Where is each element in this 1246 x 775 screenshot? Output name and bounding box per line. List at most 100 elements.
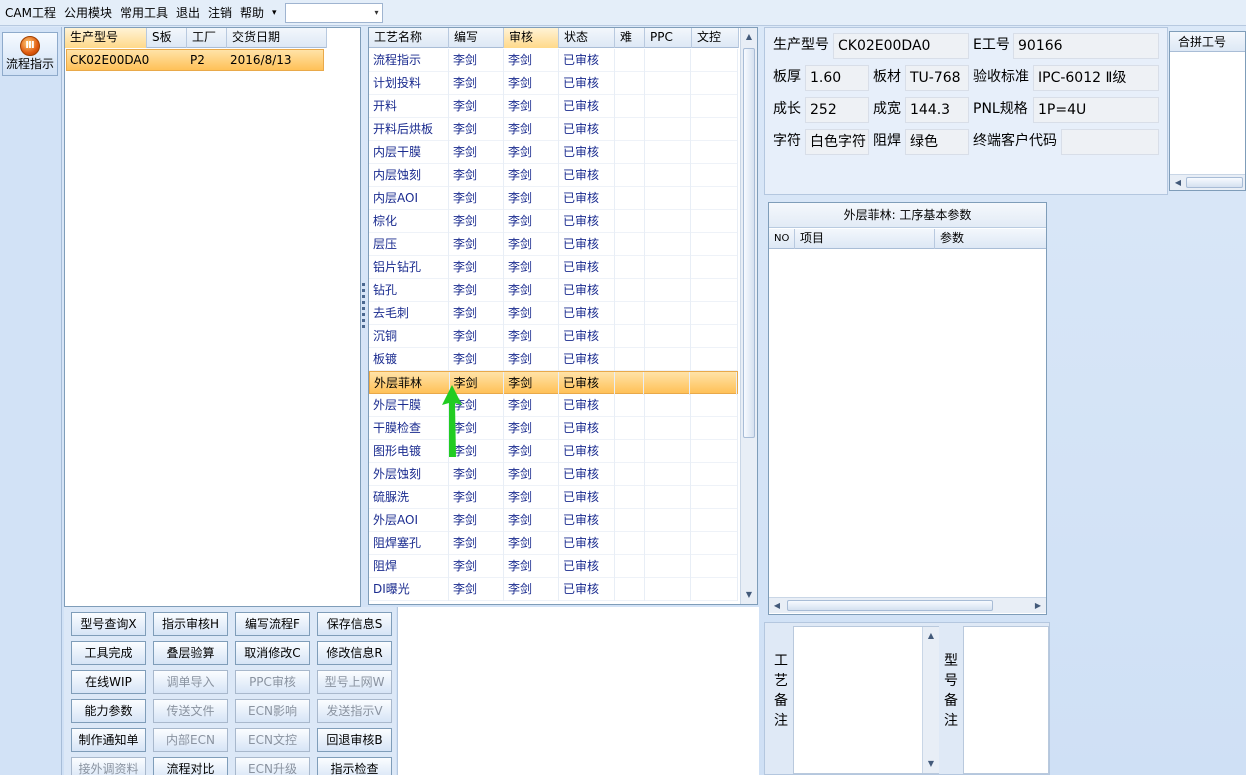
flow-compare-button[interactable]: 流程对比 xyxy=(153,757,228,775)
ppc-review-button[interactable]: PPC审核 xyxy=(235,670,310,694)
col-process-name[interactable]: 工艺名称 xyxy=(369,28,449,48)
table-row[interactable]: 去毛刺 李剑 李剑 已审核 xyxy=(369,302,738,325)
field-width[interactable]: 144.3 xyxy=(905,97,969,123)
edit-info-button[interactable]: 修改信息R xyxy=(317,641,392,665)
flow-indication-button[interactable]: Ⅲ 流程指示 xyxy=(2,32,58,76)
scroll-thumb[interactable] xyxy=(743,48,755,438)
internal-ecn-button[interactable]: 内部ECN xyxy=(153,728,228,752)
params-hscroll[interactable]: ◀ ▶ xyxy=(769,597,1046,613)
external-data-button[interactable]: 接外调资料 xyxy=(71,757,146,775)
field-solder-mask[interactable]: 绿色 xyxy=(905,129,969,155)
capability-params-button[interactable]: 能力参数 xyxy=(71,699,146,723)
scroll-down-icon[interactable]: ▼ xyxy=(742,588,756,602)
col-factory[interactable]: 工厂 xyxy=(187,28,227,48)
field-length[interactable]: 252 xyxy=(805,97,869,123)
model-remark-field[interactable] xyxy=(963,626,1049,774)
col-delivery-date[interactable]: 交货日期 xyxy=(227,28,327,48)
send-file-button[interactable]: 传送文件 xyxy=(153,699,228,723)
merge-hscroll[interactable]: ◀ xyxy=(1170,174,1245,190)
field-material[interactable]: TU-768 xyxy=(905,65,969,91)
model-online-button[interactable]: 型号上网W xyxy=(317,670,392,694)
splitter-handle[interactable] xyxy=(360,280,368,360)
stackup-check-button[interactable]: 叠层验算 xyxy=(153,641,228,665)
scroll-thumb[interactable] xyxy=(1186,177,1243,188)
chevron-down-icon[interactable]: ▾ xyxy=(375,8,379,17)
col-ppc[interactable]: PPC xyxy=(645,28,692,48)
col-difficulty[interactable]: 难 xyxy=(615,28,645,48)
send-instruction-button[interactable]: 发送指示V xyxy=(317,699,392,723)
col-reviewer[interactable]: 审核 xyxy=(504,28,559,48)
table-row[interactable]: 铝片钻孔 李剑 李剑 已审核 xyxy=(369,256,738,279)
toolbar-combo[interactable]: ▾ xyxy=(284,2,383,23)
table-row[interactable]: 内层蚀刻 李剑 李剑 已审核 xyxy=(369,164,738,187)
process-remark-field[interactable]: ▲ ▼ xyxy=(793,626,939,774)
table-row[interactable]: CK02E00DA0 P2 2016/8/13 xyxy=(66,49,324,71)
col-model[interactable]: 生产型号 xyxy=(65,28,147,48)
ecn-doc-control-button[interactable]: ECN文控 xyxy=(235,728,310,752)
col-s-board[interactable]: S板 xyxy=(147,28,187,48)
table-row[interactable]: 图形电镀 李剑 李剑 已审核 xyxy=(369,440,738,463)
remark-scrollbar[interactable]: ▲ ▼ xyxy=(922,627,939,773)
menu-exit[interactable]: 退出 xyxy=(174,2,206,24)
instruction-check-button[interactable]: 指示检查 xyxy=(317,757,392,775)
col-param[interactable]: 参数 xyxy=(935,229,1046,249)
field-thickness[interactable]: 1.60 xyxy=(805,65,869,91)
table-row[interactable]: 阻焊塞孔 李剑 李剑 已审核 xyxy=(369,532,738,555)
col-item[interactable]: 项目 xyxy=(795,229,935,249)
table-row[interactable]: 外层AOI 李剑 李剑 已审核 xyxy=(369,509,738,532)
table-row[interactable]: 外层干膜 李剑 李剑 已审核 xyxy=(369,394,738,417)
ecn-upgrade-button[interactable]: ECN升级 xyxy=(235,757,310,775)
table-row[interactable]: 开料 李剑 李剑 已审核 xyxy=(369,95,738,118)
write-flow-button[interactable]: 编写流程F xyxy=(235,612,310,636)
menu-common-modules[interactable]: 公用模块 xyxy=(62,2,118,24)
make-notice-button[interactable]: 制作通知单 xyxy=(71,728,146,752)
menu-logout[interactable]: 注销 xyxy=(206,2,238,24)
table-row[interactable]: 计划投料 李剑 李剑 已审核 xyxy=(369,72,738,95)
table-row[interactable]: 沉铜 李剑 李剑 已审核 xyxy=(369,325,738,348)
table-row[interactable]: 钻孔 李剑 李剑 已审核 xyxy=(369,279,738,302)
table-row[interactable]: 外层菲林 李剑 李剑 已审核 xyxy=(369,371,738,395)
revert-review-button[interactable]: 回退审核B xyxy=(317,728,392,752)
field-standard[interactable]: IPC-6012 Ⅱ级 xyxy=(1033,65,1159,91)
online-wip-button[interactable]: 在线WIP xyxy=(71,670,146,694)
scroll-thumb[interactable] xyxy=(787,600,993,611)
ecn-impact-button[interactable]: ECN影响 xyxy=(235,699,310,723)
table-row[interactable]: 外层蚀刻 李剑 李剑 已审核 xyxy=(369,463,738,486)
field-customer-code[interactable] xyxy=(1061,129,1159,155)
table-row[interactable]: DI曝光 李剑 李剑 已审核 xyxy=(369,578,738,601)
scroll-up-icon[interactable]: ▲ xyxy=(742,30,756,44)
col-author[interactable]: 编写 xyxy=(449,28,504,48)
instruction-review-button[interactable]: 指示审核H xyxy=(153,612,228,636)
scroll-down-icon[interactable]: ▼ xyxy=(924,757,938,771)
table-row[interactable]: 阻焊 李剑 李剑 已审核 xyxy=(369,555,738,578)
tool-complete-button[interactable]: 工具完成 xyxy=(71,641,146,665)
scroll-up-icon[interactable]: ▲ xyxy=(924,629,938,643)
scroll-right-icon[interactable]: ▶ xyxy=(1031,598,1045,613)
menu-cam-project[interactable]: CAM工程 xyxy=(3,2,62,24)
table-row[interactable]: 内层AOI 李剑 李剑 已审核 xyxy=(369,187,738,210)
field-character[interactable]: 白色字符 xyxy=(805,129,869,155)
save-info-button[interactable]: 保存信息S xyxy=(317,612,392,636)
table-row[interactable]: 流程指示 李剑 李剑 已审核 xyxy=(369,49,738,72)
field-eno[interactable]: 90166 xyxy=(1013,33,1159,59)
table-row[interactable]: 棕化 李剑 李剑 已审核 xyxy=(369,210,738,233)
col-doc-control[interactable]: 文控 xyxy=(692,28,739,48)
transfer-import-button[interactable]: 调单导入 xyxy=(153,670,228,694)
scroll-left-icon[interactable]: ◀ xyxy=(1171,175,1185,190)
scroll-left-icon[interactable]: ◀ xyxy=(770,598,784,613)
table-row[interactable]: 层压 李剑 李剑 已审核 xyxy=(369,233,738,256)
table-row[interactable]: 内层干膜 李剑 李剑 已审核 xyxy=(369,141,738,164)
menu-help[interactable]: 帮助 xyxy=(238,2,270,24)
cancel-edit-button[interactable]: 取消修改C xyxy=(235,641,310,665)
table-row[interactable]: 开料后烘板 李剑 李剑 已审核 xyxy=(369,118,738,141)
table-row[interactable]: 硫脲洗 李剑 李剑 已审核 xyxy=(369,486,738,509)
col-no[interactable]: NO xyxy=(769,229,795,249)
menu-common-tools[interactable]: 常用工具 xyxy=(118,2,174,24)
field-pnl[interactable]: 1P=4U xyxy=(1033,97,1159,123)
menu-overflow-chevron-icon[interactable]: ▾ xyxy=(270,2,283,24)
model-query-button[interactable]: 型号查询X xyxy=(71,612,146,636)
col-status[interactable]: 状态 xyxy=(559,28,615,48)
process-scrollbar[interactable]: ▲ ▼ xyxy=(740,28,757,604)
table-row[interactable]: 板镀 李剑 李剑 已审核 xyxy=(369,348,738,371)
table-row[interactable]: 干膜检查 李剑 李剑 已审核 xyxy=(369,417,738,440)
